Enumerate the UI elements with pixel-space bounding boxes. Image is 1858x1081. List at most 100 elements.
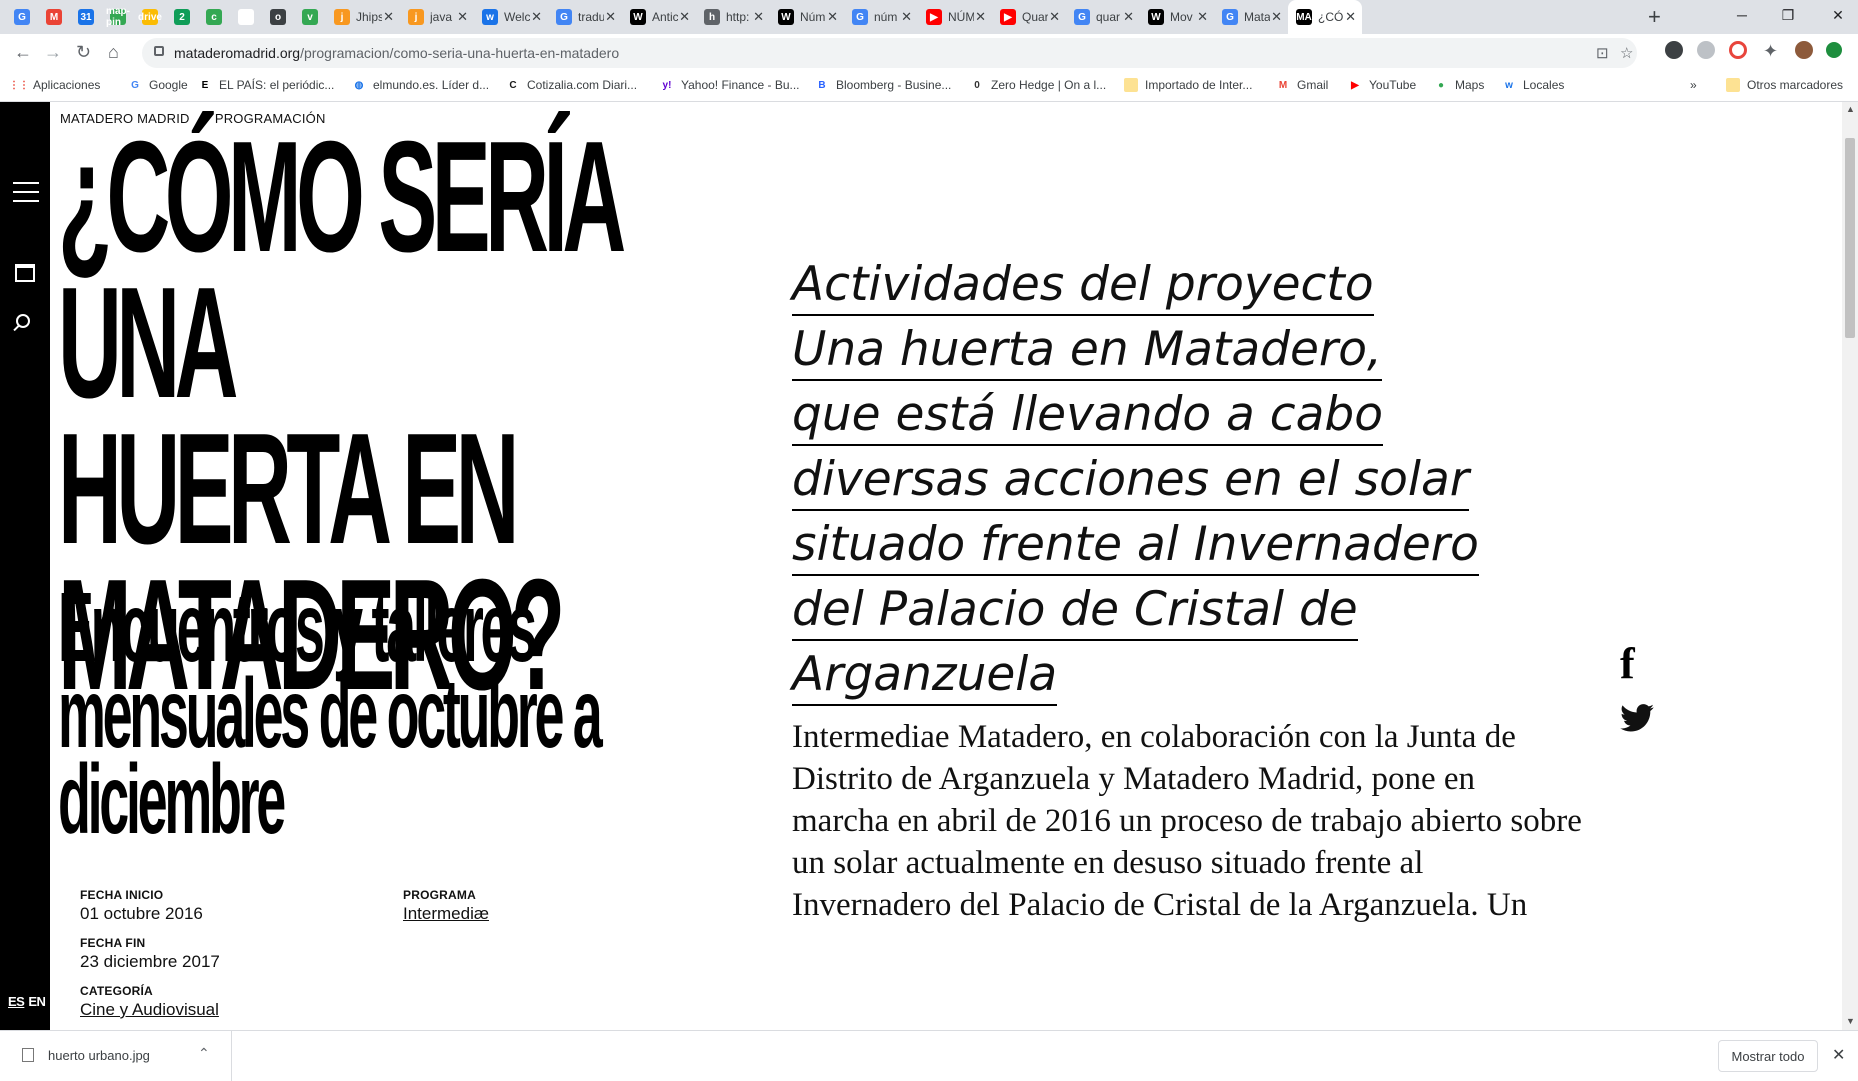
close-window-button[interactable]: ✕ [1810,0,1858,30]
menu-icon[interactable] [13,182,39,209]
bookmark-item[interactable]: ⋮⋮ Aplicaciones [9,78,100,92]
back-icon[interactable]: ← [14,42,32,63]
browser-tab[interactable]: o [262,0,294,34]
browser-tab[interactable]: ▶ NÚM ✕ [918,0,992,34]
browser-tab[interactable]: W Mov ✕ [1140,0,1214,34]
body-line: Invernadero del Palacio de Cristal de la… [792,887,1528,923]
category-link[interactable]: Cine y Audiovisual [80,1000,219,1019]
tab-close-icon[interactable]: ✕ [1123,9,1134,25]
scrollbar-thumb[interactable] [1845,138,1855,338]
bookmark-item[interactable]: M Gmail [1276,78,1329,92]
browser-tab[interactable]: M [38,0,70,34]
browser-tab[interactable]: j java ✕ [400,0,474,34]
bookmark-star-icon[interactable]: ☆ [1620,44,1633,62]
program-link[interactable]: Intermediæ [403,904,489,923]
tab-close-icon[interactable]: ✕ [1197,9,1208,25]
browser-tab[interactable] [230,0,262,34]
tab-close-icon[interactable]: ✕ [531,9,542,25]
tab-favicon-icon: W [778,9,794,25]
browser-tab[interactable]: 31 [70,0,102,34]
browser-tab[interactable]: G [6,0,38,34]
tab-close-icon[interactable]: ✕ [901,9,912,25]
browser-tab[interactable]: Gquar ✕ [1066,0,1140,34]
home-icon[interactable]: ⌂ [108,42,119,63]
browser-tab[interactable]: j Jhips ✕ [326,0,400,34]
browser-tab[interactable]: map-pin [102,0,134,34]
browser-tab[interactable]: w Welc ✕ [474,0,548,34]
url-text[interactable]: mataderomadrid.org/programacion/como-ser… [174,45,619,61]
address-bar[interactable]: mataderomadrid.org/programacion/como-ser… [142,38,1637,68]
end-date: FECHA FIN 23 diciembre 2017 [80,936,220,972]
bookmark-label: YouTube [1369,78,1417,92]
other-bookmarks[interactable]: Otros marcadores [1726,78,1843,92]
update-icon[interactable] [1826,42,1842,58]
bookmark-item[interactable]: 0 Zero Hedge | On a l... [970,78,1106,92]
tab-favicon-icon: G [1074,9,1090,25]
maximize-button[interactable]: ❐ [1760,0,1816,30]
tab-close-icon[interactable]: ✕ [605,9,616,25]
bookmark-label: Cotizalia.com Diari... [527,78,638,92]
browser-tab[interactable]: Gnúm ✕ [844,0,918,34]
avatar[interactable] [1795,41,1813,59]
install-app-icon[interactable]: ⊡ [1596,44,1609,62]
lead-line: diversas acciones en el solar [792,452,1470,511]
tab-favicon-icon: c [206,9,222,25]
bookmark-item[interactable]: B Bloomberg - Busine... [815,78,951,92]
lang-en-link[interactable]: EN [28,994,46,1009]
browser-tab[interactable]: h http: ✕ [696,0,770,34]
extensions-puzzle-icon[interactable]: ✦ [1763,41,1778,62]
bookmark-item[interactable]: C Cotizalia.com Diari... [506,78,637,92]
browser-tab[interactable]: c [198,0,230,34]
calendar-icon[interactable] [15,264,35,282]
browser-tab[interactable]: W Núm ✕ [770,0,844,34]
extension-icon[interactable] [1729,41,1747,59]
bookmark-item[interactable]: y! Yahoo! Finance - Bu... [660,78,800,92]
show-all-downloads-button[interactable]: Mostrar todo [1718,1040,1818,1072]
tab-close-icon[interactable]: ✕ [1049,9,1060,25]
tab-close-icon[interactable]: ✕ [827,9,838,25]
download-filename[interactable]: huerto urbano.jpg [48,1048,150,1063]
lock-icon[interactable] [154,46,164,56]
chevron-up-icon[interactable]: ⌃ [198,1045,210,1062]
browser-tab[interactable]: 2 [166,0,198,34]
close-icon[interactable]: ✕ [1832,1045,1845,1065]
tab-favicon-icon: w [482,9,498,25]
browser-tab[interactable]: drive [134,0,166,34]
scroll-up-arrow-icon[interactable]: ▲ [1846,104,1855,114]
bookmark-item[interactable]: Importado de Inter... [1124,78,1252,92]
browser-tab[interactable]: MA ¿CÓI ✕ [1288,0,1362,34]
tab-close-icon[interactable]: ✕ [457,9,468,25]
bookmark-item[interactable]: E EL PAÍS: el periódic... [198,78,335,92]
page-scrollbar[interactable]: ▲ ▼ [1842,102,1858,1030]
browser-tab[interactable]: v [294,0,326,34]
tab-title: Mov [1170,10,1193,24]
bookmark-item[interactable]: ◍ elmundo.es. Líder d... [352,78,489,92]
extension-icon[interactable] [1697,41,1715,59]
lang-es-link[interactable]: ES [8,994,25,1009]
tab-close-icon[interactable]: ✕ [383,9,394,25]
tab-favicon-icon: j [408,9,424,25]
download-item[interactable]: huerto urbano.jpg ⌃ [0,1031,232,1081]
browser-tab[interactable]: ▶ Quar ✕ [992,0,1066,34]
tab-close-icon[interactable]: ✕ [1271,9,1282,25]
bookmark-item[interactable]: ● Maps [1434,78,1484,92]
tab-close-icon[interactable]: ✕ [1345,9,1356,25]
bookmarks-more[interactable]: » [1690,78,1697,92]
browser-tab[interactable]: Gtradu ✕ [548,0,622,34]
tab-close-icon[interactable]: ✕ [975,9,986,25]
search-icon[interactable] [16,314,30,328]
tab-close-icon[interactable]: ✕ [679,9,690,25]
bookmark-item[interactable]: ▶ YouTube [1348,78,1416,92]
tab-close-icon[interactable]: ✕ [753,9,764,25]
bookmark-item[interactable]: G Google [128,78,188,92]
bookmark-item[interactable]: w Locales [1502,78,1564,92]
scroll-down-arrow-icon[interactable]: ▼ [1846,1016,1855,1026]
browser-tab[interactable]: W Antic ✕ [622,0,696,34]
facebook-icon[interactable]: f [1620,642,1635,686]
forward-icon[interactable]: → [44,42,62,63]
browser-tab[interactable]: G Mata ✕ [1214,0,1288,34]
extension-icon[interactable] [1665,41,1683,59]
new-tab-button[interactable]: + [1648,4,1661,30]
reload-icon[interactable]: ↻ [76,42,91,63]
bookmark-favicon-icon: ⋮⋮ [9,79,29,91]
